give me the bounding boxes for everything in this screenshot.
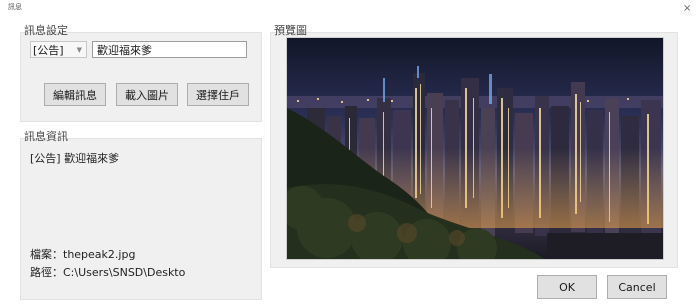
edit-message-button[interactable]: 編輯訊息: [44, 83, 106, 106]
file-name-label: 檔案：thepeak2.jpg: [30, 248, 136, 261]
load-image-button[interactable]: 載入圖片: [116, 83, 178, 106]
window-title: 訊息: [8, 3, 22, 11]
category-select[interactable]: [公告] ▼: [30, 41, 87, 58]
file-path-label: 路徑：C:\Users\SNSD\Deskto: [30, 266, 186, 279]
message-info-title: 訊息資訊: [24, 130, 68, 143]
close-icon[interactable]: ×: [683, 4, 691, 14]
chevron-down-icon: ▼: [76, 46, 82, 54]
category-select-value: [公告]: [33, 44, 64, 57]
message-info-text: [公告] 歡迎福來爹: [30, 152, 120, 165]
message-input[interactable]: [92, 41, 247, 58]
preview-title: 預覽圖: [274, 24, 307, 37]
select-resident-button[interactable]: 選擇住戶: [187, 83, 249, 106]
preview-image: [286, 37, 664, 260]
city-night-image: [287, 38, 663, 259]
message-settings-title: 訊息設定: [24, 24, 68, 37]
ok-button[interactable]: OK: [537, 275, 597, 299]
cancel-button[interactable]: Cancel: [607, 275, 667, 299]
